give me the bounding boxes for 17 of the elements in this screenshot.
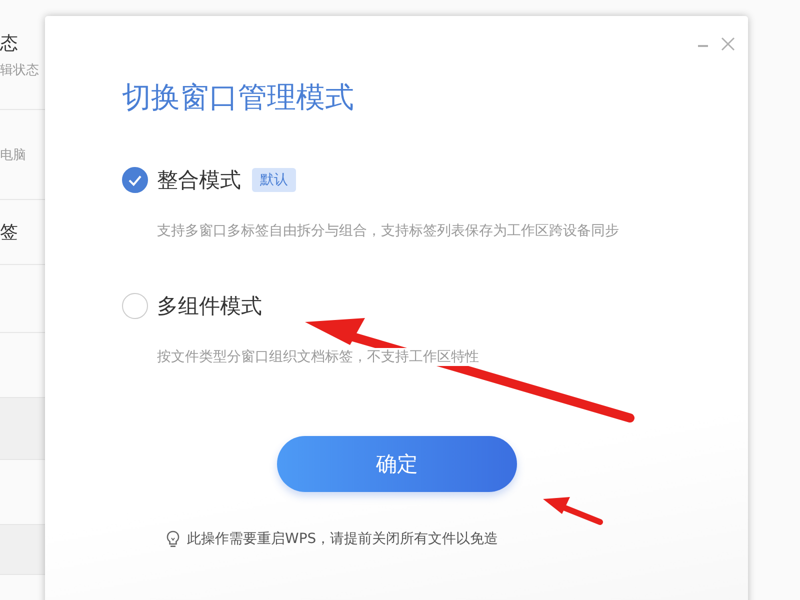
dialog-title: 切换窗口管理模式	[122, 79, 355, 116]
default-badge: 默认	[252, 168, 296, 192]
hint-text: 此操作需要重启WPS，请提前关闭所有文件以免造	[187, 530, 498, 548]
close-icon[interactable]	[720, 36, 736, 52]
row-title: 签	[0, 221, 19, 244]
lightbulb-icon	[165, 530, 181, 548]
pointer-arrow	[543, 497, 603, 525]
confirm-button[interactable]: 确定	[277, 436, 517, 492]
row-title: 态	[0, 32, 19, 54]
option-label[interactable]: 多组件模式	[157, 292, 262, 320]
option-description: 支持多窗口多标签自由拆分与组合，支持标签列表保存为工作区跨设备同步	[157, 222, 619, 240]
option-label[interactable]: 整合模式	[157, 166, 241, 194]
option-description: 按文件类型分窗口组织文档标签，不支持工作区特性	[157, 348, 479, 366]
radio-button[interactable]	[122, 293, 148, 319]
row-subtitle: 电脑	[0, 146, 27, 164]
row-subtitle: 辑状态	[0, 62, 40, 78]
radio-button[interactable]	[122, 167, 148, 193]
